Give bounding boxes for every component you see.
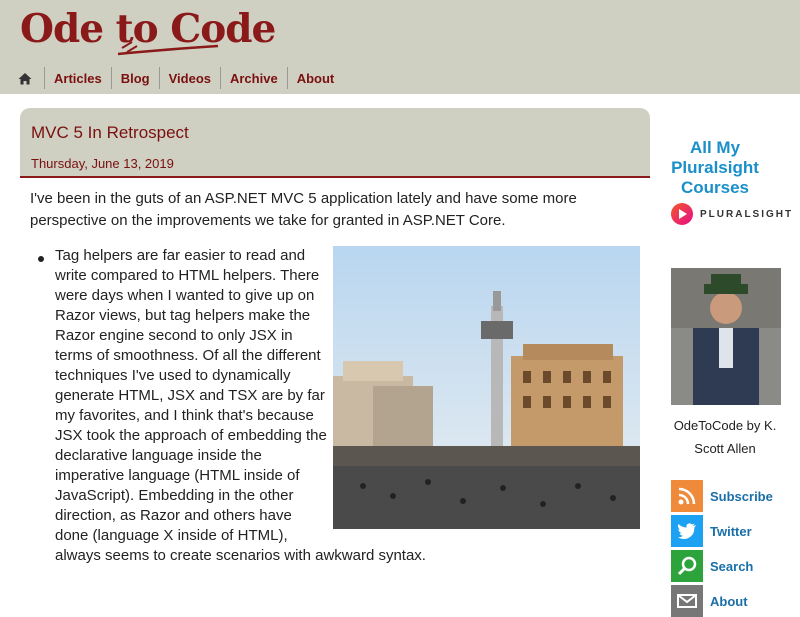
twitter-link[interactable]: Twitter: [671, 515, 752, 547]
author-caption: OdeToCode by K. Scott Allen: [673, 418, 777, 456]
twitter-icon: [671, 515, 703, 547]
search-link[interactable]: Search: [671, 550, 753, 582]
post-intro: I've been in the guts of an ASP.NET MVC …: [30, 190, 577, 229]
nav-articles[interactable]: Articles: [44, 67, 111, 89]
twitter-label: Twitter: [710, 523, 752, 539]
nav-home[interactable]: [10, 67, 44, 89]
nav-videos[interactable]: Videos: [158, 67, 220, 89]
author-photo: [671, 268, 781, 405]
pluralsight-courses-link[interactable]: All My Pluralsight Courses: [660, 138, 770, 198]
search-icon: [671, 550, 703, 582]
pluralsight-logo[interactable]: PLURALSIGHT: [671, 203, 793, 225]
pluralsight-icon: [671, 203, 693, 225]
pluralsight-logo-text: PLURALSIGHT: [700, 208, 794, 220]
post-date: Thursday, June 13, 2019: [31, 156, 174, 171]
post-photo: [333, 246, 640, 529]
search-label: Search: [710, 558, 754, 574]
site-header: Ode to Code Articles Blog Videos Archive…: [0, 0, 800, 94]
home-icon: [18, 72, 32, 84]
nav-archive[interactable]: Archive: [219, 67, 287, 89]
post-bullet-item: Tag helpers are far easier to read and w…: [55, 246, 640, 566]
post-title[interactable]: MVC 5 In Retrospect: [31, 123, 189, 143]
subscribe-link[interactable]: Subscribe: [671, 480, 773, 512]
rss-icon: [671, 480, 703, 512]
envelope-icon: [671, 585, 703, 617]
post-header: MVC 5 In Retrospect Thursday, June 13, 2…: [20, 108, 650, 178]
site-logo[interactable]: Ode to Code: [18, 2, 276, 64]
logo-swash-icon: [117, 41, 219, 56]
about-link[interactable]: About: [671, 585, 748, 617]
nav-about[interactable]: About: [286, 67, 344, 89]
bullet-marker: [38, 256, 44, 262]
nav-blog[interactable]: Blog: [110, 67, 159, 89]
main-nav: Articles Blog Videos Archive About: [10, 66, 343, 90]
subscribe-label: Subscribe: [710, 488, 773, 504]
about-label: About: [710, 593, 748, 609]
